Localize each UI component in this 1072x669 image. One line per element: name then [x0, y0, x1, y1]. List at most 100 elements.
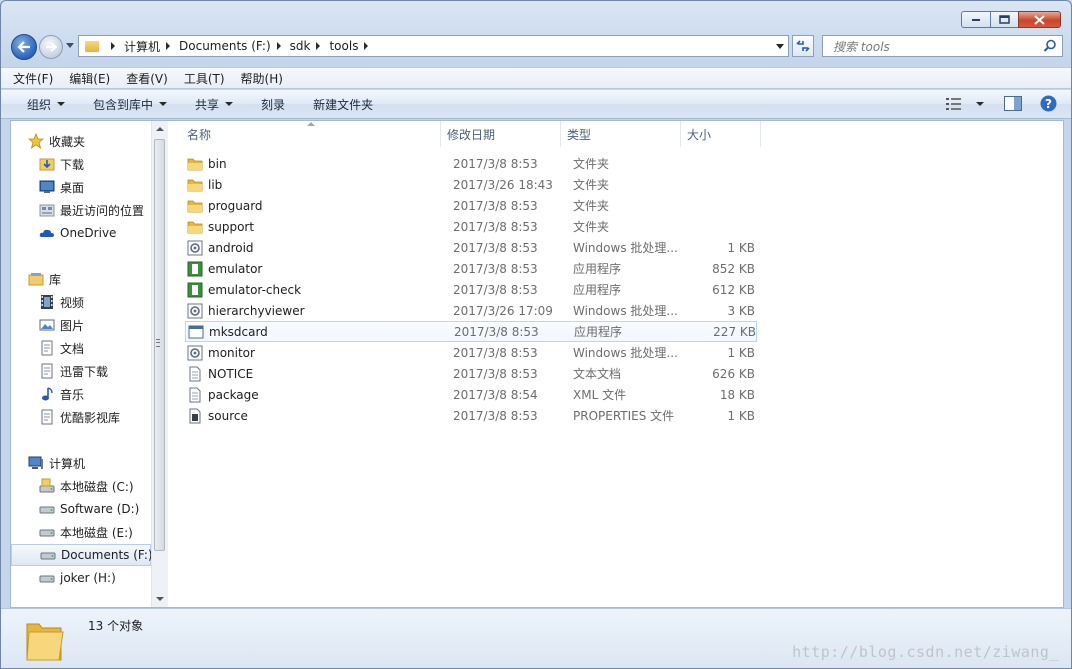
breadcrumb-documents[interactable]: Documents (F:)	[179, 39, 271, 53]
help-icon[interactable]: ?	[1040, 95, 1057, 112]
menu-help[interactable]: 帮助(H)	[241, 70, 283, 87]
scroll-down-icon[interactable]	[156, 597, 164, 601]
search-input[interactable]	[831, 37, 1035, 57]
breadcrumb-sdk[interactable]: sdk	[290, 39, 311, 53]
file-row[interactable]: android 2017/3/8 8:53 Windows 批处理... 1 KB	[185, 237, 757, 258]
preview-pane-icon[interactable]	[1004, 96, 1022, 111]
recent-places-icon	[39, 202, 55, 218]
arrow-right-icon	[46, 42, 57, 52]
file-date: 2017/3/26 18:43	[453, 177, 553, 192]
file-row[interactable]: proguard 2017/3/8 8:53 文件夹	[185, 195, 757, 216]
drive-icon	[39, 501, 55, 517]
file-name: source	[208, 408, 248, 423]
burn-button[interactable]: 刻录	[261, 96, 285, 113]
share-button[interactable]: 共享	[195, 96, 234, 113]
refresh-button[interactable]	[792, 35, 814, 57]
file-type: 文本文档	[573, 367, 622, 381]
file-list: 名称 修改日期 类型 大小 bin 2017/3/8 8:53 文件夹 lib 2017…	[171, 121, 1063, 607]
chevron-right-icon[interactable]	[364, 42, 369, 50]
batch-icon	[187, 240, 203, 256]
menu-view[interactable]: 查看(V)	[126, 70, 168, 87]
file-row[interactable]: support 2017/3/8 8:53 文件夹	[185, 216, 757, 237]
file-name: emulator-check	[208, 282, 302, 297]
column-size[interactable]: 大小	[681, 121, 761, 147]
file-row[interactable]: mksdcard 2017/3/8 8:53 应用程序 227 KB	[185, 321, 757, 342]
new-folder-button[interactable]: 新建文件夹	[313, 96, 373, 113]
column-type[interactable]: 类型	[561, 121, 681, 147]
file-row[interactable]: NOTICE 2017/3/8 8:53 文本文档 626 KB	[185, 363, 757, 384]
burn-label: 刻录	[261, 97, 286, 112]
folder-icon	[26, 623, 64, 661]
breadcrumb-tools[interactable]: tools	[329, 39, 358, 53]
desktop-icon	[39, 179, 55, 195]
nav-favorites[interactable]: 收藏夹	[28, 130, 168, 152]
column-date[interactable]: 修改日期	[441, 121, 561, 147]
file-type: 文件夹	[573, 220, 610, 234]
file-size: 612 KB	[712, 282, 755, 297]
nav-libraries[interactable]: 库	[28, 268, 168, 290]
file-date: 2017/3/8 8:53	[453, 156, 538, 171]
nav-computer[interactable]: 计算机	[28, 452, 168, 474]
recent-pages-dropdown[interactable]	[66, 43, 74, 48]
menu-file[interactable]: 文件(F)	[13, 70, 53, 87]
file-row[interactable]: emulator 2017/3/8 8:53 应用程序 852 KB	[185, 258, 757, 279]
address-bar[interactable]: 计算机 Documents (F:) sdk tools	[78, 35, 789, 57]
chevron-right-icon[interactable]	[316, 42, 321, 50]
grip-icon	[156, 339, 160, 347]
forward-button[interactable]	[39, 35, 63, 59]
file-type: 应用程序	[573, 262, 622, 276]
chevron-right-icon[interactable]	[276, 42, 281, 50]
close-button[interactable]	[1018, 11, 1061, 28]
file-row[interactable]: package 2017/3/8 8:54 XML 文件 18 KB	[185, 384, 757, 405]
menu-edit[interactable]: 编辑(E)	[69, 70, 110, 87]
search-icon[interactable]	[1043, 39, 1057, 53]
file-date: 2017/3/8 8:53	[453, 261, 538, 276]
search-box	[822, 35, 1063, 57]
file-type: 应用程序	[574, 325, 623, 339]
app-window-icon	[188, 324, 204, 340]
file-date: 2017/3/8 8:53	[453, 219, 538, 234]
file-date: 2017/3/8 8:53	[453, 282, 538, 297]
file-date: 2017/3/8 8:53	[453, 408, 538, 423]
svg-text:?: ?	[1045, 97, 1052, 111]
content-area: 收藏夹 下载 桌面 最近访问的位置 OneDrive 库 视频 图片 文档 迅雷…	[10, 120, 1064, 608]
view-options-icon[interactable]	[946, 97, 962, 111]
file-date: 2017/3/26 17:09	[453, 303, 553, 318]
view-dropdown-icon[interactable]	[976, 101, 984, 106]
file-size: 1 KB	[727, 408, 755, 423]
minimize-button[interactable]	[961, 11, 990, 28]
breadcrumb-computer[interactable]: 计算机	[124, 38, 160, 55]
app-green-icon	[187, 282, 203, 298]
file-row[interactable]: lib 2017/3/26 18:43 文件夹	[185, 174, 757, 195]
file-size: 1 KB	[727, 345, 755, 360]
include-in-library-button[interactable]: 包含到库中	[93, 96, 168, 113]
file-size: 626 KB	[712, 366, 755, 381]
scroll-up-icon[interactable]	[156, 127, 164, 131]
file-row[interactable]: hierarchyviewer 2017/3/26 17:09 Windows 批处…	[185, 300, 757, 321]
explorer-window: 计算机 Documents (F:) sdk tools 文件(F) 编辑(E)…	[0, 0, 1072, 669]
file-row[interactable]: source 2017/3/8 8:53 PROPERTIES 文件 1 KB	[185, 405, 757, 426]
batch-icon	[187, 303, 203, 319]
folder-icon	[85, 40, 99, 52]
file-type: 文件夹	[573, 178, 610, 192]
arrow-left-icon	[17, 41, 30, 53]
nav-pane-scrollbar[interactable]	[151, 121, 168, 607]
chevron-right-icon[interactable]	[111, 42, 115, 50]
maximize-button[interactable]	[990, 11, 1018, 28]
address-dropdown-icon[interactable]	[776, 44, 784, 49]
menu-tools[interactable]: 工具(T)	[184, 70, 225, 87]
organize-button[interactable]: 组织	[27, 96, 66, 113]
maximize-icon	[999, 15, 1010, 24]
chevron-right-icon[interactable]	[166, 42, 171, 50]
file-name: emulator	[208, 261, 263, 276]
back-button[interactable]	[11, 34, 37, 60]
file-row[interactable]: emulator-check 2017/3/8 8:53 应用程序 612 KB	[185, 279, 757, 300]
file-name: proguard	[208, 198, 263, 213]
file-row[interactable]: monitor 2017/3/8 8:53 Windows 批处理... 1 KB	[185, 342, 757, 363]
library-icon	[28, 271, 44, 287]
nav-item-drive-f[interactable]: Documents (F:)	[11, 544, 153, 566]
file-row[interactable]: bin 2017/3/8 8:53 文件夹	[185, 153, 757, 174]
view-controls: ?	[946, 95, 1057, 112]
file-name: NOTICE	[208, 366, 254, 381]
column-name[interactable]: 名称	[181, 121, 441, 147]
